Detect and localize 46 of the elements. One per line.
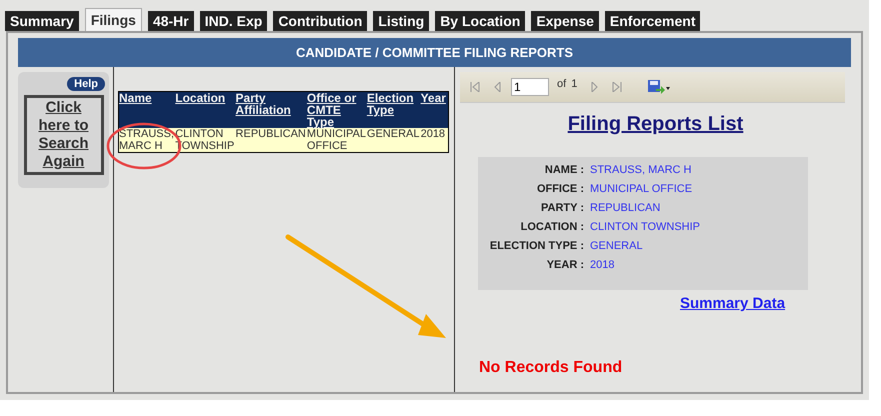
help-button[interactable]: Help	[67, 77, 105, 91]
summary-data-link[interactable]: Summary Data	[680, 293, 786, 316]
last-page-icon[interactable]	[612, 82, 622, 92]
tab[interactable]: Filings	[84, 8, 142, 31]
detail-label: NAME :	[544, 163, 585, 178]
detail-value: REPUBLICAN	[590, 201, 660, 216]
page-of-label: of	[557, 76, 566, 92]
report-title-link[interactable]: Filing Reports List	[568, 109, 744, 139]
detail-label: ELECTION TYPE :	[488, 239, 585, 254]
detail-value: GENERAL	[590, 239, 643, 254]
table-cell: STRAUSS, MARC H	[118, 128, 176, 152]
header-bar: CANDIDATE / COMMITTEE FILING REPORTS	[18, 38, 851, 67]
detail-label: YEAR :	[546, 258, 585, 274]
no-records-message: No Records Found	[479, 358, 624, 378]
previous-page-icon[interactable]	[494, 82, 501, 92]
page-total: 1	[571, 76, 578, 92]
detail-value: STRAUSS, MARC H	[590, 163, 692, 178]
tab[interactable]: Contribution	[273, 11, 368, 31]
tab[interactable]: By Location	[435, 11, 526, 31]
next-page-icon[interactable]	[591, 82, 598, 92]
column-header-link[interactable]: Name	[119, 92, 174, 104]
page-number-field[interactable]: 1	[511, 78, 549, 96]
tab[interactable]: 48-Hr	[148, 11, 194, 31]
column-header-link[interactable]: Party Affiliation	[236, 92, 305, 116]
detail-label: OFFICE :	[536, 182, 585, 198]
tab[interactable]: Enforcement	[604, 11, 700, 31]
tab[interactable]: Listing	[373, 11, 430, 31]
column-header-link[interactable]: Year	[420, 92, 446, 104]
detail-value: CLINTON TOWNSHIP	[590, 220, 700, 236]
table-cell: MUNICIPAL OFFICE	[306, 128, 367, 152]
table-cell: GENERAL	[366, 128, 421, 152]
first-page-icon[interactable]	[470, 82, 480, 92]
table-cell: 2018	[420, 128, 448, 152]
detail-label: LOCATION :	[520, 220, 585, 236]
detail-value: MUNICIPAL OFFICE	[590, 182, 692, 198]
detail-value: 2018	[590, 258, 614, 274]
export-save-icon[interactable]	[648, 80, 670, 94]
tab[interactable]: IND. Exp	[200, 11, 268, 31]
search-again-button[interactable]: Click here to Search Again	[24, 95, 104, 175]
table-cell: REPUBLICAN	[236, 128, 307, 152]
detail-label: PARTY :	[540, 201, 585, 216]
column-header-link[interactable]: Office or CMTE Type	[306, 92, 365, 128]
tab[interactable]: Summary	[5, 11, 79, 31]
tab[interactable]: Expense	[531, 11, 599, 31]
column-header-link[interactable]: Election Type	[366, 92, 419, 116]
column-header-link[interactable]: Location	[175, 92, 234, 104]
